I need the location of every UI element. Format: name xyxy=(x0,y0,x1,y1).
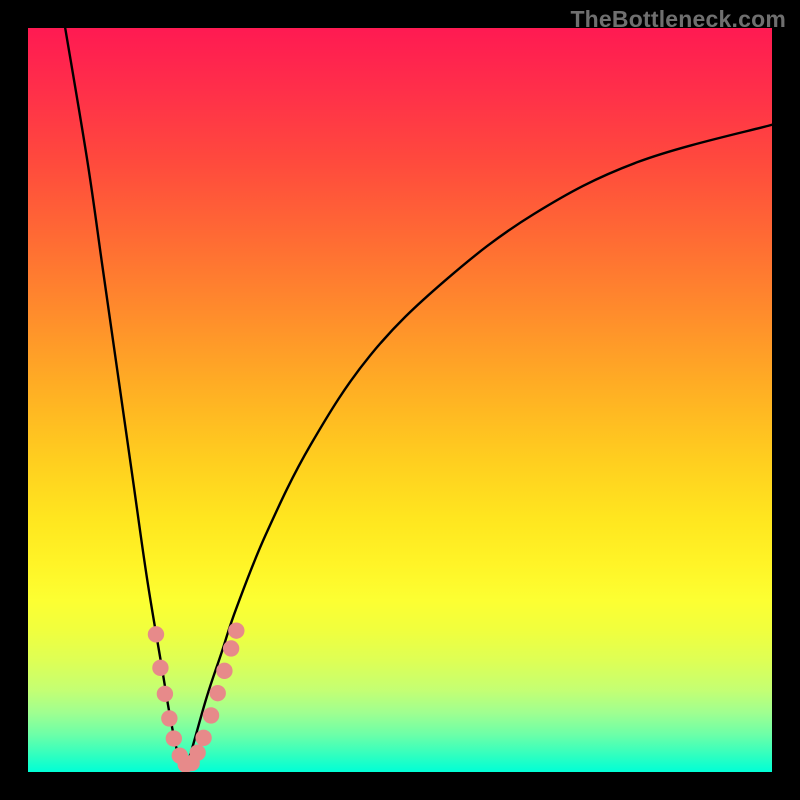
watermark-text: TheBottleneck.com xyxy=(570,6,786,33)
marker-group xyxy=(148,622,245,772)
marker-bead xyxy=(157,686,173,702)
curve-right xyxy=(184,125,772,772)
marker-bead xyxy=(216,663,232,679)
curve-layer xyxy=(28,28,772,772)
plot-area xyxy=(28,28,772,772)
marker-bead xyxy=(203,707,219,723)
curve-left xyxy=(65,28,184,772)
marker-bead xyxy=(152,660,168,676)
marker-bead xyxy=(161,710,177,726)
marker-bead xyxy=(189,744,205,760)
marker-bead xyxy=(166,730,182,746)
marker-bead xyxy=(148,626,164,642)
marker-bead xyxy=(223,640,239,656)
chart-frame: TheBottleneck.com xyxy=(0,0,800,800)
marker-bead xyxy=(210,685,226,701)
marker-bead xyxy=(195,730,211,746)
marker-bead xyxy=(228,622,244,638)
